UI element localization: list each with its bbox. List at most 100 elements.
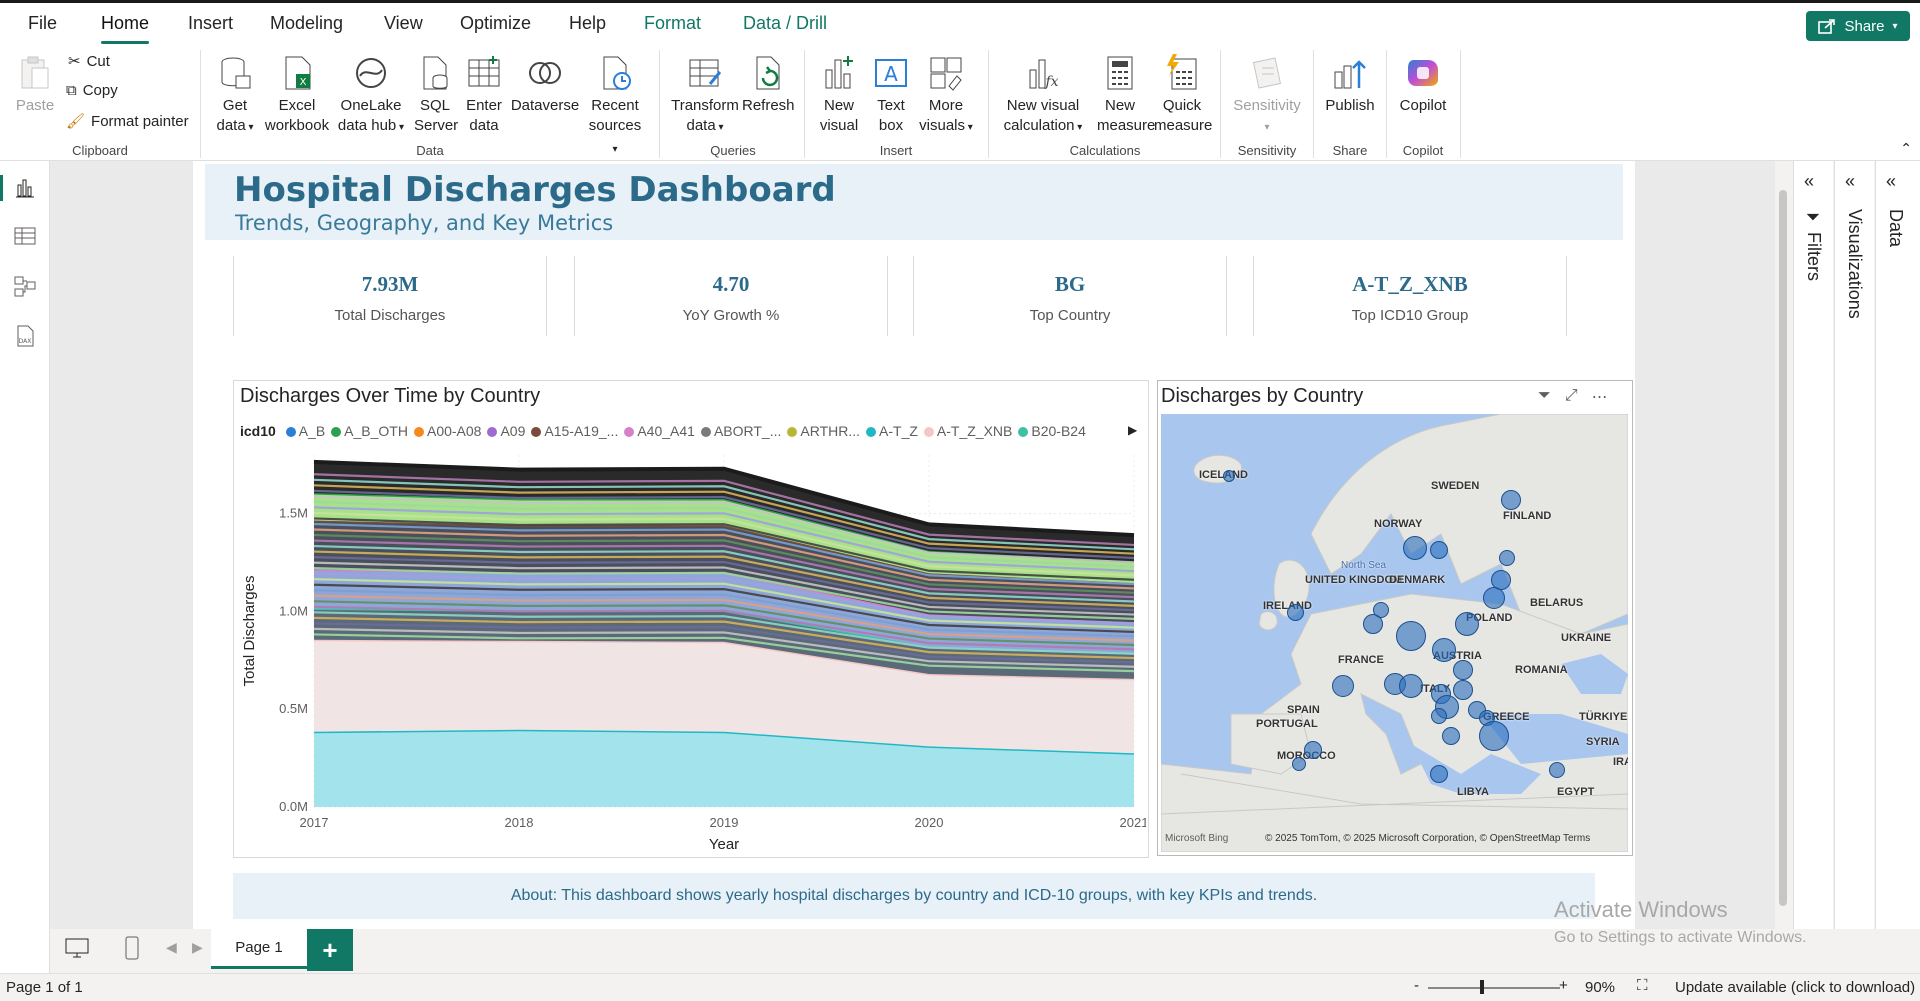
- map-bubble[interactable]: [1430, 541, 1448, 559]
- legend-item[interactable]: A09: [487, 423, 525, 439]
- map-bubble[interactable]: [1304, 741, 1322, 759]
- filter-icon[interactable]: ⏷: [1538, 387, 1551, 407]
- filters-pane[interactable]: « ⏷ Filters: [1793, 161, 1833, 929]
- expand-pane-icon[interactable]: «: [1804, 171, 1814, 192]
- legend-item[interactable]: A40_A41: [624, 423, 695, 439]
- map-attribution[interactable]: © 2025 TomTom, © 2025 Microsoft Corporat…: [1265, 833, 1590, 844]
- fit-to-page-icon[interactable]: ⛶: [1637, 977, 1648, 994]
- collapse-ribbon-icon[interactable]: ⌃: [1900, 140, 1912, 157]
- map-bubble[interactable]: [1363, 614, 1383, 634]
- legend-item[interactable]: A-T_Z: [866, 423, 918, 439]
- new-visual-calculation-button[interactable]: fx New visual calculation ▾: [998, 54, 1088, 138]
- legend-item[interactable]: ARTHR...: [787, 423, 860, 439]
- excel-workbook-button[interactable]: X Excel workbook: [262, 54, 332, 136]
- tab-view[interactable]: View: [384, 13, 423, 34]
- legend-item[interactable]: A_B: [285, 423, 325, 439]
- new-measure-button[interactable]: New measure: [1097, 54, 1155, 136]
- data-pane[interactable]: « Data: [1875, 161, 1920, 929]
- format-painter-button[interactable]: 🖌 Format painter: [66, 112, 189, 131]
- get-data-button[interactable]: Get data ▾: [215, 54, 255, 138]
- report-view-icon[interactable]: [12, 175, 38, 201]
- map-bubble[interactable]: [1223, 470, 1235, 482]
- enter-data-button[interactable]: Enter data: [463, 54, 505, 136]
- legend-item[interactable]: A15-A19_...: [531, 423, 618, 439]
- publish-button[interactable]: Publish: [1320, 54, 1380, 116]
- expand-pane-icon[interactable]: «: [1845, 171, 1855, 192]
- legend-item[interactable]: A00-A08: [413, 423, 481, 439]
- sql-server-button[interactable]: SQL Server: [414, 54, 458, 136]
- kpi-card[interactable]: 7.93M Total Discharges: [233, 256, 547, 336]
- quick-measure-button[interactable]: Quick measure: [1154, 54, 1212, 136]
- text-box-button[interactable]: A Text box: [870, 54, 912, 136]
- table-view-icon[interactable]: [12, 223, 38, 249]
- tab-home[interactable]: Home: [101, 13, 150, 44]
- legend-item[interactable]: A-T_Z_XNB: [923, 423, 1012, 439]
- map-bubble[interactable]: [1286, 603, 1304, 621]
- page-tab[interactable]: Page 1: [211, 929, 307, 969]
- map-bubble[interactable]: [1432, 638, 1456, 662]
- refresh-button[interactable]: Refresh: [742, 54, 795, 116]
- tab-modeling[interactable]: Modeling: [270, 13, 343, 34]
- map-bubble[interactable]: [1455, 612, 1479, 636]
- tab-help[interactable]: Help: [569, 13, 606, 34]
- map-bubble[interactable]: [1483, 587, 1505, 609]
- tab-file[interactable]: File: [28, 13, 57, 34]
- kpi-card[interactable]: 4.70 YoY Growth %: [574, 256, 888, 336]
- next-page-icon[interactable]: ▶: [192, 939, 203, 956]
- map-bubble[interactable]: [1479, 721, 1509, 751]
- desktop-layout-icon[interactable]: [64, 937, 90, 959]
- zoom-out-button[interactable]: -: [1414, 977, 1419, 994]
- zoom-slider[interactable]: [1428, 987, 1560, 989]
- recent-sources-button[interactable]: Recent sources ▾: [585, 54, 645, 160]
- model-view-icon[interactable]: [12, 273, 38, 299]
- dax-query-view-icon[interactable]: DAX: [12, 323, 38, 349]
- copilot-button[interactable]: Copilot: [1394, 54, 1452, 116]
- tab-optimize[interactable]: Optimize: [460, 13, 531, 34]
- tab-data-drill[interactable]: Data / Drill: [743, 13, 827, 34]
- map-bubble[interactable]: [1501, 490, 1521, 510]
- onelake-data-hub-button[interactable]: OneLake data hub ▾: [333, 54, 409, 138]
- map-bubble[interactable]: [1431, 708, 1447, 724]
- add-page-button[interactable]: +: [307, 929, 353, 971]
- map-bubble[interactable]: [1292, 757, 1306, 771]
- scrollbar-thumb[interactable]: [1779, 190, 1787, 906]
- share-button[interactable]: Share ▾: [1806, 11, 1910, 41]
- sensitivity-button[interactable]: Sensitivity ▾: [1226, 54, 1308, 138]
- zoom-slider-thumb[interactable]: [1480, 980, 1484, 994]
- paste-button[interactable]: Paste: [14, 54, 56, 116]
- tab-format[interactable]: Format: [644, 13, 701, 34]
- dataverse-button[interactable]: Dataverse: [510, 54, 580, 116]
- legend-next-icon[interactable]: ▶: [1128, 423, 1137, 437]
- map-canvas[interactable]: ICELANDSWEDENFINLANDNORWAYNorth SeaUNITE…: [1161, 414, 1628, 852]
- new-visual-button[interactable]: New visual: [818, 54, 860, 136]
- map-bubble[interactable]: [1403, 536, 1427, 560]
- map-bubble[interactable]: [1399, 674, 1423, 698]
- kpi-card[interactable]: A-T_Z_XNB Top ICD10 Group: [1253, 256, 1567, 336]
- more-options-icon[interactable]: ⋯: [1592, 387, 1608, 407]
- legend-item[interactable]: B20-B24: [1018, 423, 1086, 439]
- legend-item[interactable]: ABORT_...: [700, 423, 781, 439]
- map-bubble[interactable]: [1549, 762, 1565, 778]
- update-available-link[interactable]: Update available (click to download): [1675, 979, 1915, 996]
- cut-button[interactable]: ✂ Cut: [68, 52, 110, 71]
- focus-mode-icon[interactable]: ⤢: [1565, 387, 1578, 407]
- map-bubble[interactable]: [1442, 727, 1460, 745]
- area-chart-plot[interactable]: 0.0M 0.5M 1.0M 1.5M 2017 2018 2019 2020 2021 Year…: [234, 445, 1146, 855]
- legend-item[interactable]: A_B_OTH: [331, 423, 408, 439]
- map-bubble[interactable]: [1453, 680, 1473, 700]
- transform-data-button[interactable]: Transform data ▾: [670, 54, 740, 138]
- copy-button[interactable]: ⧉ Copy: [66, 82, 118, 99]
- kpi-card[interactable]: BG Top Country: [913, 256, 1227, 336]
- expand-pane-icon[interactable]: «: [1886, 171, 1896, 192]
- map-bubble[interactable]: [1430, 765, 1448, 783]
- mobile-layout-icon[interactable]: [124, 935, 140, 961]
- map-bubble[interactable]: [1396, 621, 1426, 651]
- previous-page-icon[interactable]: ◀: [166, 939, 177, 956]
- visualizations-pane[interactable]: « Visualizations: [1834, 161, 1874, 929]
- map-bubble[interactable]: [1499, 550, 1515, 566]
- tab-insert[interactable]: Insert: [188, 13, 233, 34]
- map-bubble[interactable]: [1453, 660, 1473, 680]
- zoom-in-button[interactable]: +: [1559, 977, 1568, 994]
- map-bubble[interactable]: [1332, 675, 1354, 697]
- more-visuals-button[interactable]: More visuals ▾: [914, 54, 978, 138]
